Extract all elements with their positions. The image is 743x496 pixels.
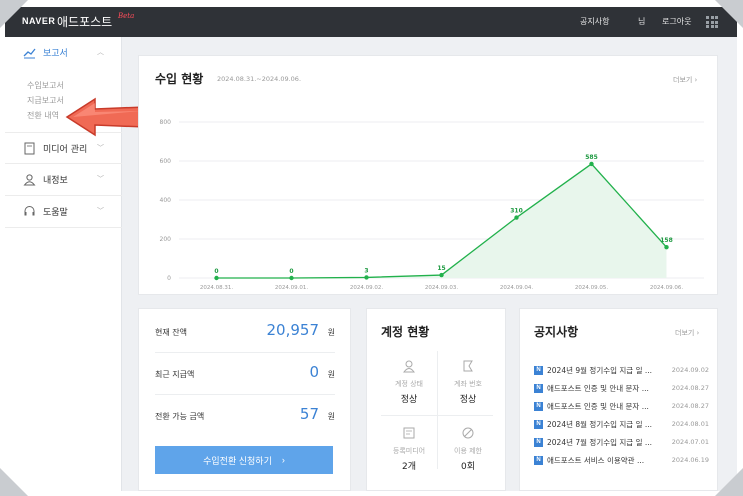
frame-corners — [0, 0, 743, 496]
